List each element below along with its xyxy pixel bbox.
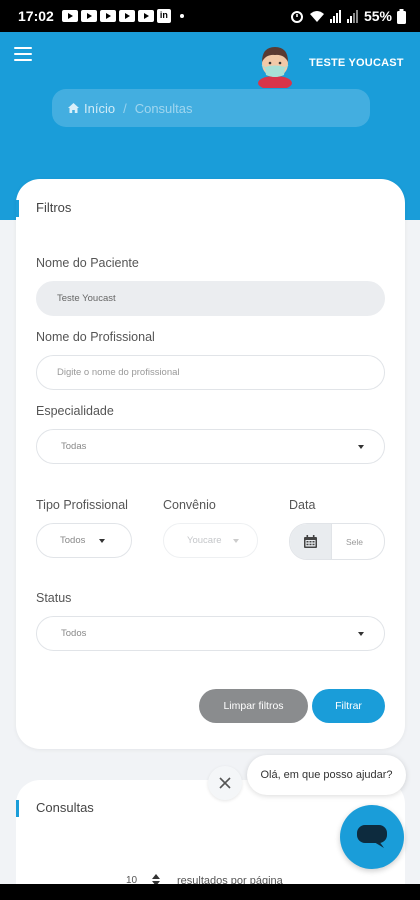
chevron-down-icon xyxy=(99,539,105,543)
youtube-icon xyxy=(137,10,154,22)
linkedin-icon: in xyxy=(156,9,171,23)
date-label: Data xyxy=(289,498,316,512)
consultas-title: Consultas xyxy=(36,800,94,815)
professional-input[interactable] xyxy=(57,367,384,378)
youtube-icon xyxy=(118,10,135,22)
breadcrumb-home[interactable]: Início xyxy=(84,101,115,116)
type-label: Tipo Profissional xyxy=(36,498,128,512)
notification-icons: in xyxy=(61,9,184,23)
patient-field[interactable]: Teste Youcast xyxy=(36,281,385,316)
calendar-icon xyxy=(304,535,317,548)
professional-label: Nome do Profissional xyxy=(36,330,155,344)
consultas-accent xyxy=(16,800,19,817)
chat-close-button[interactable] xyxy=(208,766,242,800)
patient-value: Teste Youcast xyxy=(57,293,116,304)
insurance-value: Youcare xyxy=(187,535,222,546)
home-icon xyxy=(68,103,79,113)
alarm-icon xyxy=(290,11,303,23)
status-time: 17:02 xyxy=(18,8,54,24)
signal-icon xyxy=(329,9,341,23)
close-icon xyxy=(219,777,231,789)
breadcrumb-separator: / xyxy=(123,100,127,116)
system-nav-bar xyxy=(0,884,420,900)
breadcrumb-current: Consultas xyxy=(134,100,193,116)
youtube-icon xyxy=(99,10,116,22)
date-input[interactable]: Sele xyxy=(332,524,384,559)
chevron-down-icon xyxy=(358,632,364,636)
chat-greeting[interactable]: Olá, em que posso ajudar? xyxy=(247,755,406,795)
type-select[interactable]: Todos xyxy=(36,523,132,558)
youtube-icon xyxy=(80,10,97,22)
signal-icon-2 xyxy=(346,9,358,23)
specialty-value: Todas xyxy=(61,441,87,452)
filters-title: Filtros xyxy=(36,200,72,215)
user-name[interactable]: TESTE YOUCAST xyxy=(309,57,404,69)
specialty-label: Especialidade xyxy=(36,404,114,418)
wifi-icon xyxy=(309,10,324,22)
status-bar: 17:02 in 55% xyxy=(0,0,420,32)
chat-button[interactable] xyxy=(340,805,404,869)
filters-accent xyxy=(16,200,19,217)
chevron-down-icon xyxy=(358,445,364,449)
breadcrumb: Início / Consultas xyxy=(52,89,370,127)
calendar-button[interactable] xyxy=(290,524,332,559)
filter-button[interactable]: Filtrar xyxy=(312,689,385,723)
chevron-down-icon xyxy=(233,539,239,543)
patient-label: Nome do Paciente xyxy=(36,256,139,270)
status-label: Status xyxy=(36,591,72,605)
insurance-select[interactable]: Youcare xyxy=(163,523,258,558)
type-value: Todos xyxy=(60,535,86,546)
more-notifications-icon xyxy=(179,14,184,18)
clear-filters-button[interactable]: Limpar filtros xyxy=(199,689,308,723)
status-value: Todos xyxy=(61,628,87,639)
youtube-icon xyxy=(61,10,78,22)
battery-level: 55% xyxy=(363,8,392,24)
system-icons: 55% xyxy=(290,8,406,24)
status-select[interactable]: Todos xyxy=(36,616,385,651)
chat-icon xyxy=(357,825,387,848)
date-field[interactable]: Sele xyxy=(289,523,385,560)
avatar[interactable] xyxy=(254,42,296,88)
insurance-label: Convênio xyxy=(163,498,216,512)
specialty-select[interactable]: Todas xyxy=(36,429,385,464)
hamburger-menu-icon[interactable] xyxy=(14,47,32,61)
battery-icon xyxy=(397,8,406,24)
professional-field[interactable] xyxy=(36,355,385,390)
